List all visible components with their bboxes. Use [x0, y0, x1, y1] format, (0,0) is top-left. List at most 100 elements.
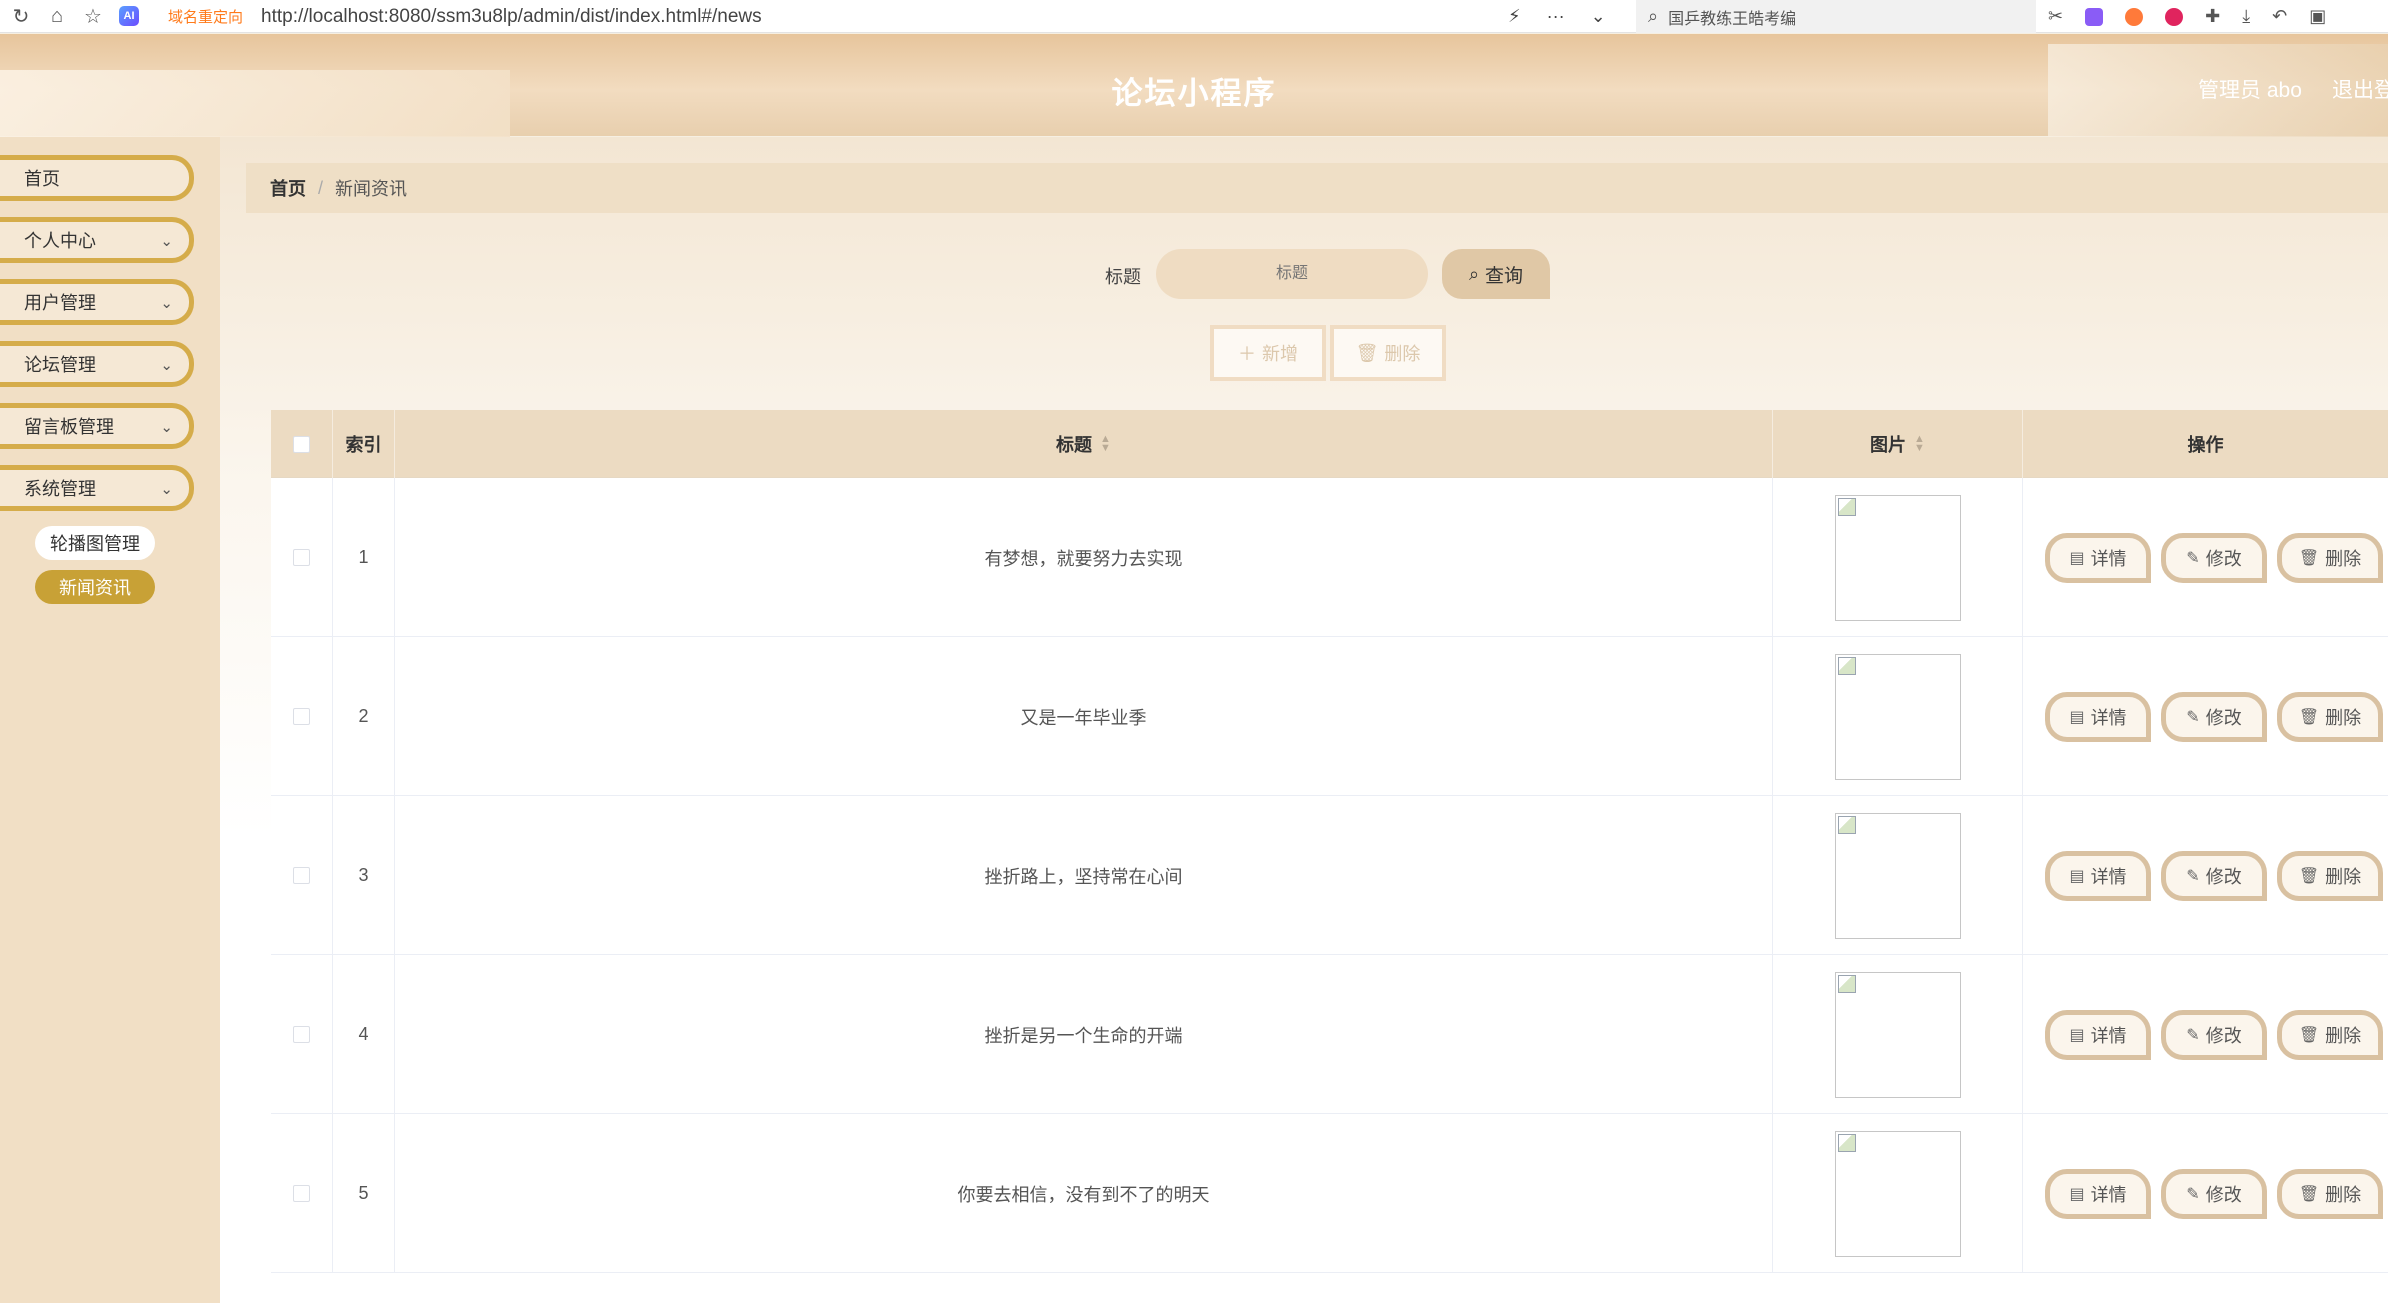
sidebar-item-label: 系统管理: [24, 479, 96, 499]
row-select-cell: [271, 1114, 333, 1273]
detail-button[interactable]: ▤ 详情: [2045, 692, 2151, 742]
sidebar-item-home[interactable]: 首页: [0, 155, 194, 201]
address-bar-actions: ⚡ ··· ⌄: [1508, 0, 1606, 33]
sidebar-item-label: 留言板管理: [24, 417, 114, 437]
sidebar-subitem-news[interactable]: 新闻资讯: [35, 570, 155, 604]
action-toolbar: ＋ 新增 🗑 删除: [220, 325, 2388, 381]
table-header: 索引 标题 ▲ ▼ 图片 ▲ ▼ 操作: [271, 410, 2388, 478]
table-body: 1 有梦想，就要努力去实现 ▤ 详情 ✎ 修改 🗑 删除 2 又是一年毕业季 ▤…: [271, 478, 2388, 1273]
delete-button[interactable]: 🗑 删除: [2277, 533, 2383, 583]
sidebar-item-label: 个人中心: [24, 231, 96, 251]
delete-button-label: 删除: [2325, 708, 2362, 728]
row-index-value: 3: [358, 865, 369, 885]
translate-icon[interactable]: [2085, 7, 2104, 26]
sidebar-item-system-management[interactable]: 系统管理 ⌄: [0, 465, 194, 511]
row-index: 5: [333, 1114, 395, 1273]
extension-icon[interactable]: [2125, 7, 2144, 26]
search-icon: ⌕: [1468, 263, 1480, 284]
edit-button[interactable]: ✎ 修改: [2161, 1010, 2267, 1060]
address-bar[interactable]: 域名重定向 http://localhost:8080/ssm3u8lp/adm…: [168, 0, 1608, 33]
row-image: [1773, 796, 2023, 955]
batch-delete-button[interactable]: 🗑 删除: [1330, 325, 1446, 381]
search-button[interactable]: ⌕ 查询: [1442, 249, 1550, 299]
edit-button[interactable]: ✎ 修改: [2161, 851, 2267, 901]
pencil-icon: ✎: [2186, 550, 2200, 567]
add-button[interactable]: ＋ 新增: [1210, 325, 1326, 381]
edit-button[interactable]: ✎ 修改: [2161, 1169, 2267, 1219]
row-checkbox[interactable]: [293, 1185, 310, 1202]
refresh-icon[interactable]: ↻: [6, 1, 36, 31]
delete-button-label: 删除: [2325, 549, 2362, 569]
breadcrumb: 首页 / 新闻资讯: [246, 163, 2388, 213]
column-header-image[interactable]: 图片 ▲ ▼: [1773, 410, 2023, 478]
detail-button[interactable]: ▤ 详情: [2045, 851, 2151, 901]
table-row: 5 你要去相信，没有到不了的明天 ▤ 详情 ✎ 修改 🗑 删除: [271, 1114, 2388, 1273]
app-title: 论坛小程序: [1111, 76, 1277, 111]
chevron-down-icon: ⌄: [160, 419, 173, 436]
sidebar-item-message-board[interactable]: 留言板管理 ⌄: [0, 403, 194, 449]
ai-icon[interactable]: AI: [114, 1, 144, 31]
column-header-title[interactable]: 标题 ▲ ▼: [395, 410, 1773, 478]
sidebar-item-label: 首页: [24, 169, 60, 189]
sidebar-item-personal-center[interactable]: 个人中心 ⌄: [0, 217, 194, 263]
row-title-value: 挫折路上，坚持常在心间: [984, 866, 1183, 887]
sort-icon[interactable]: ▲ ▼: [1100, 434, 1111, 454]
url-text[interactable]: http://localhost:8080/ssm3u8lp/admin/dis…: [261, 6, 762, 28]
download-icon[interactable]: ⤓: [2242, 6, 2250, 27]
edit-button-label: 修改: [2205, 1185, 2242, 1205]
delete-button-label: 删除: [2325, 867, 2362, 887]
detail-button[interactable]: ▤ 详情: [2045, 1010, 2151, 1060]
row-ops: ▤ 详情 ✎ 修改 🗑 删除: [2023, 637, 2388, 796]
more-icon[interactable]: ···: [1547, 6, 1565, 27]
row-title-value: 挫折是另一个生命的开端: [984, 1025, 1183, 1046]
favorite-icon[interactable]: ☆: [78, 1, 108, 31]
broken-image-icon: [1834, 812, 1961, 939]
row-checkbox[interactable]: [293, 867, 310, 884]
edit-button[interactable]: ✎ 修改: [2161, 533, 2267, 583]
row-index: 1: [333, 478, 395, 637]
breadcrumb-current: 新闻资讯: [335, 179, 408, 199]
title-search-input[interactable]: [1156, 249, 1428, 299]
row-title: 挫折路上，坚持常在心间: [395, 796, 1773, 955]
row-checkbox[interactable]: [293, 708, 310, 725]
broken-image-icon: [1834, 1130, 1961, 1257]
delete-button[interactable]: 🗑 删除: [2277, 1010, 2383, 1060]
delete-button[interactable]: 🗑 删除: [2277, 1169, 2383, 1219]
row-ops: ▤ 详情 ✎ 修改 🗑 删除: [2023, 796, 2388, 955]
sort-icon[interactable]: ▲ ▼: [1914, 434, 1925, 454]
detail-button-label: 详情: [2090, 1185, 2127, 1205]
browser-search-box[interactable]: ⌕ 国乒教练王皓考编: [1636, 0, 2036, 33]
chevron-down-icon: ⌄: [160, 295, 173, 312]
detail-button[interactable]: ▤ 详情: [2045, 1169, 2151, 1219]
puzzle-icon[interactable]: ✚: [2205, 6, 2220, 27]
detail-button[interactable]: ▤ 详情: [2045, 533, 2151, 583]
delete-button[interactable]: 🗑 删除: [2277, 851, 2383, 901]
sidebar-subitem-carousel[interactable]: 轮播图管理: [35, 526, 155, 560]
row-checkbox[interactable]: [293, 549, 310, 566]
row-index-value: 4: [358, 1024, 369, 1044]
chevron-down-icon[interactable]: ⌄: [1591, 6, 1606, 27]
row-title-value: 又是一年毕业季: [1020, 707, 1147, 728]
delete-button[interactable]: 🗑 删除: [2277, 692, 2383, 742]
select-all-checkbox[interactable]: [293, 435, 310, 453]
app-header: 论坛小程序 管理员 abo 退出登录: [0, 34, 2388, 146]
column-header-ops: 操作: [2023, 410, 2388, 478]
sidebar-item-forum-management[interactable]: 论坛管理 ⌄: [0, 341, 194, 387]
undo-icon[interactable]: ↶: [2272, 6, 2287, 27]
logout-button[interactable]: 退出登录: [2332, 74, 2388, 104]
home-icon[interactable]: ⌂: [42, 1, 72, 31]
search-button-label: 查询: [1485, 265, 1524, 287]
header-user: 管理员 abo: [2198, 79, 2302, 102]
breadcrumb-home[interactable]: 首页: [270, 175, 306, 201]
delete-button-label: 删除: [2325, 1026, 2362, 1046]
row-checkbox[interactable]: [293, 1026, 310, 1043]
edit-button[interactable]: ✎ 修改: [2161, 692, 2267, 742]
bolt-icon[interactable]: ⚡: [1508, 6, 1521, 27]
sidebar-item-user-management[interactable]: 用户管理 ⌄: [0, 279, 194, 325]
chevron-down-icon: ⌄: [160, 357, 173, 374]
scissors-icon[interactable]: ✂: [2048, 6, 2063, 27]
row-index-value: 1: [358, 547, 369, 567]
extension-icon[interactable]: [2165, 7, 2184, 26]
row-ops: ▤ 详情 ✎ 修改 🗑 删除: [2023, 478, 2388, 637]
bag-icon[interactable]: ▣: [2309, 6, 2326, 27]
